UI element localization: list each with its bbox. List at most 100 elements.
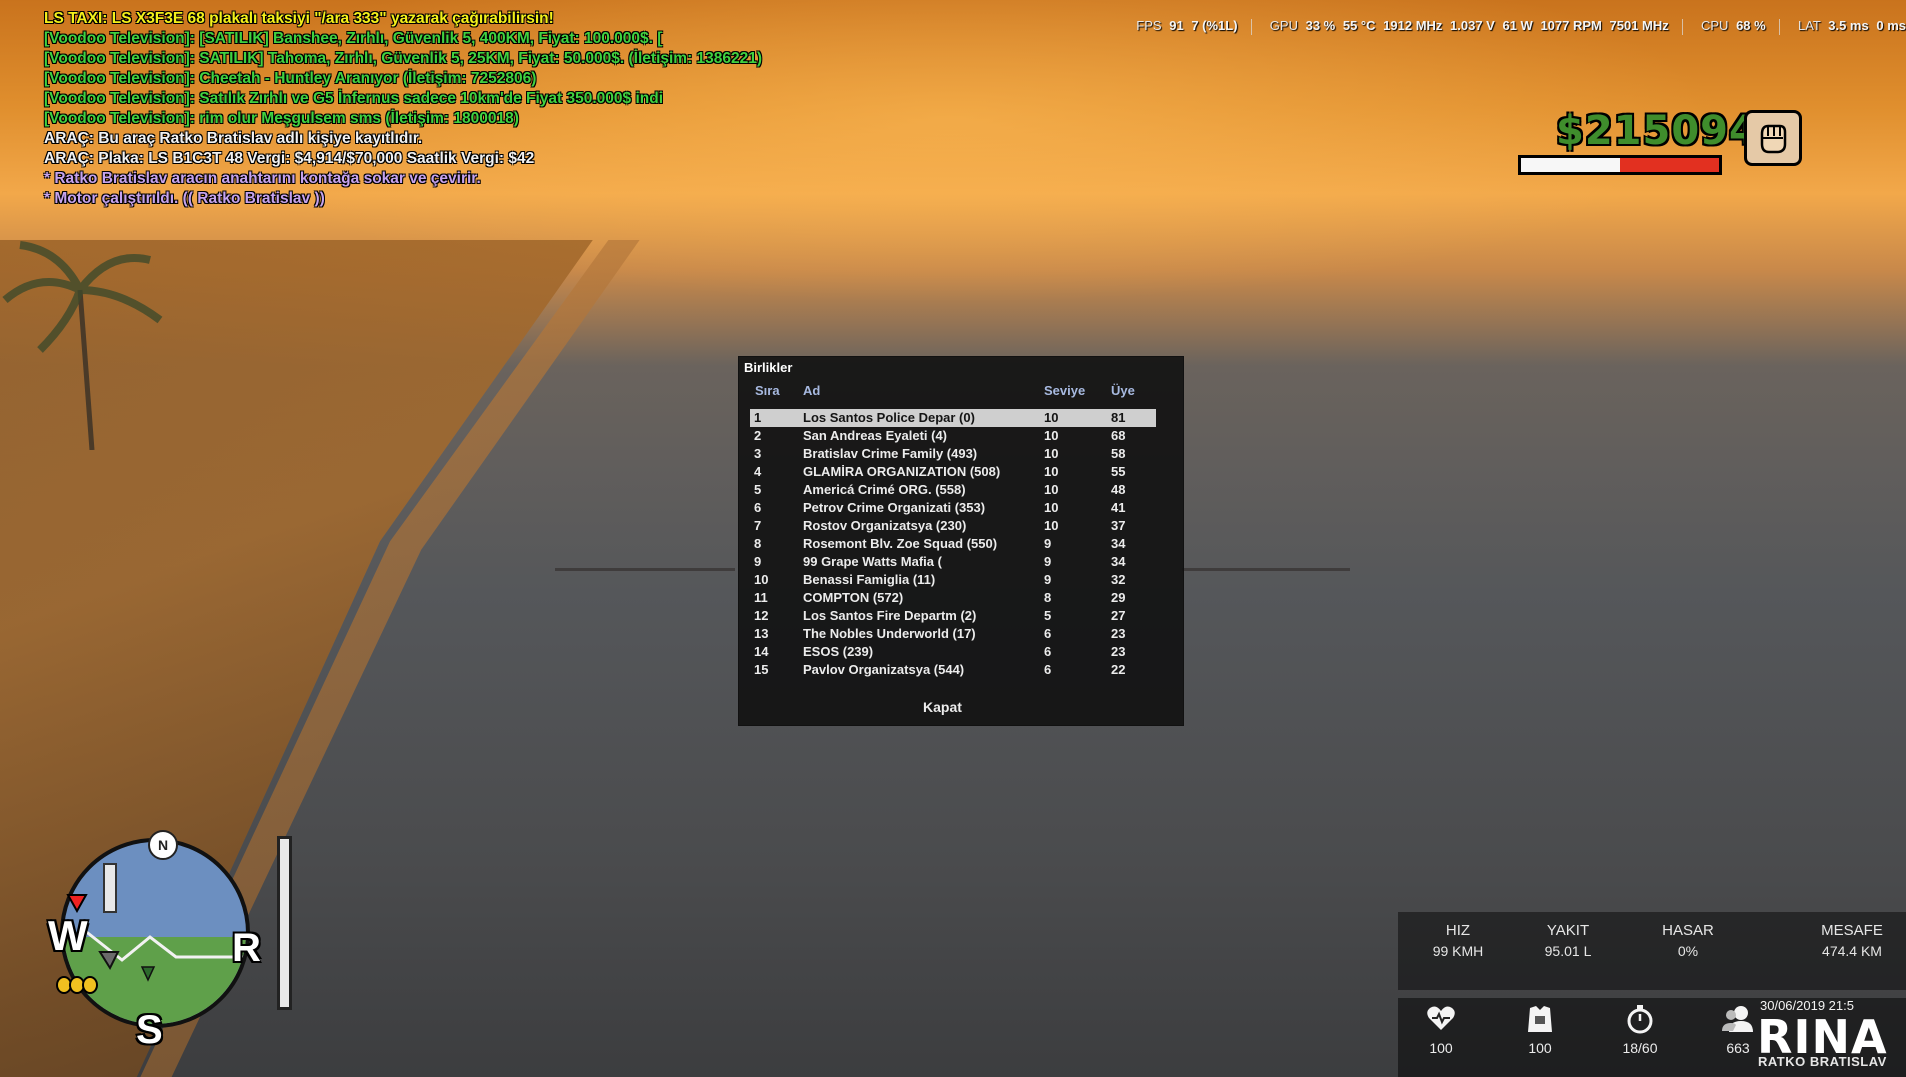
gpu-mem-clock: 7501 MHz: [1609, 18, 1669, 33]
faction-name: Americá Crimé ORG. (558): [803, 482, 966, 497]
gpu-volt: 1.037 V: [1450, 18, 1495, 33]
radar-circle: [60, 838, 250, 1028]
chat-log: LS TAXI: LS X3F3E 68 plakalı taksiyi "/a…: [44, 9, 762, 209]
faction-name: Rostov Organizatsya (230): [803, 518, 967, 533]
perf-separator: [1251, 18, 1253, 35]
faction-row[interactable]: 11 COMPTON (572) 8 29: [750, 589, 1156, 607]
gpu-usage: 33 %: [1305, 18, 1336, 33]
faction-rank: 2: [754, 428, 762, 443]
faction-rank: 8: [754, 536, 762, 551]
faction-row[interactable]: 1 Los Santos Police Depar (0) 10 81: [750, 409, 1156, 427]
speed-stat: HIZ 99 KMH: [1418, 922, 1498, 959]
faction-level: 10: [1044, 410, 1059, 425]
health-bar-fill: [1521, 158, 1620, 172]
faction-rank: 14: [754, 644, 769, 659]
faction-row[interactable]: 13 The Nobles Underworld (17) 6 23: [750, 625, 1156, 643]
faction-name: San Andreas Eyaleti (4): [803, 428, 948, 443]
faction-name: Pavlov Organizatsya (544): [803, 662, 965, 677]
fuel-value: 95.01 L: [1544, 943, 1592, 959]
chat-line: [Voodoo Television]: rim olur Meşgulsem …: [44, 110, 519, 127]
faction-name: COMPTON (572): [803, 590, 904, 605]
faction-name: ESOS (239): [803, 644, 874, 659]
speed-label: HIZ: [1445, 922, 1471, 939]
faction-row[interactable]: 15 Pavlov Organizatsya (544) 6 22: [750, 661, 1156, 679]
faction-row[interactable]: 2 San Andreas Eyaleti (4) 10 68: [750, 427, 1156, 445]
faction-row[interactable]: 5 Americá Crimé ORG. (558) 10 48: [750, 481, 1156, 499]
damage-label: HASAR: [1662, 922, 1714, 939]
perf-separator: [1779, 18, 1781, 35]
faction-name: Los Santos Police Depar (0): [803, 410, 975, 425]
factions-list: 1 Los Santos Police Depar (0) 10 81 2 San And…: [750, 409, 1156, 679]
fps-low-value: 7 (%1L): [1191, 18, 1238, 33]
faction-row[interactable]: 14 ESOS (239) 6 23: [750, 643, 1156, 661]
distance-label: MESAFE: [1821, 922, 1883, 939]
faction-rank: 15: [754, 662, 769, 677]
health-value: 100: [1429, 1040, 1453, 1056]
faction-name: Los Santos Fire Departm (2): [803, 608, 977, 623]
chat-line: * Motor çalıştırıldı. (( Ratko Bratislav…: [44, 190, 325, 207]
faction-row[interactable]: 12 Los Santos Fire Departm (2) 5 27: [750, 607, 1156, 625]
chat-line: [Voodoo Television]: Cheetah - Huntley A…: [44, 70, 537, 87]
faction-members: 22: [1111, 662, 1126, 677]
wanted-level-icons: [56, 976, 98, 999]
fuel-label: YAKIT: [1546, 922, 1590, 939]
faction-rank: 11: [754, 590, 768, 605]
faction-row[interactable]: 7 Rostov Organizatsya (230) 10 37: [750, 517, 1156, 535]
chat-line: [Voodoo Television]: Satılık Zırhlı ve G…: [44, 90, 664, 107]
faction-rank: 10: [754, 572, 769, 587]
faction-level: 6: [1044, 662, 1052, 677]
faction-name: Rosemont Blv. Zoe Squad (550): [803, 536, 998, 551]
faction-level: 10: [1044, 518, 1059, 533]
radar-roads: [83, 863, 246, 982]
faction-row[interactable]: 10 Benassi Famiglia (11) 9 32: [750, 571, 1156, 589]
chat-line: ARAÇ: Plaka: LS B1C3T 48 Vergi: $4,914/$…: [44, 150, 535, 167]
factions-dialog: Birlikler Sıra Ad Seviye Üye 1 Los Santos…: [738, 356, 1184, 726]
faction-rank: 9: [754, 554, 762, 569]
faction-name: Petrov Crime Organizati (353): [803, 500, 986, 515]
chat-line: [Voodoo Television]: [SATILIK] Banshee, …: [44, 30, 663, 47]
dialog-title: Birlikler: [744, 360, 793, 375]
faction-level: 9: [1044, 536, 1052, 551]
distance-stat: MESAFE 474.4 KM: [1804, 922, 1900, 959]
latency-value-2: 0 ms: [1876, 18, 1906, 33]
faction-rank: 12: [754, 608, 769, 623]
horizon-line: [555, 568, 735, 571]
performance-overlay: FPS 91 7 (%1L) GPU 33 % 55 °C 1912 MHz 1…: [1132, 18, 1906, 35]
faction-level: 10: [1044, 428, 1059, 443]
faction-row[interactable]: 8 Rosemont Blv. Zoe Squad (550) 9 34: [750, 535, 1156, 553]
compass-north: N: [148, 830, 178, 860]
wanted-icon: [82, 976, 98, 994]
faction-row[interactable]: 4 GLAMİRA ORGANIZATION (508) 10 55: [750, 463, 1156, 481]
latency-label: LAT: [1797, 18, 1821, 33]
faction-row[interactable]: 3 Bratislav Crime Family (493) 10 58: [750, 445, 1156, 463]
faction-members: 41: [1111, 500, 1126, 515]
faction-name: The Nobles Underworld (17): [803, 626, 976, 641]
faction-row[interactable]: 9 99 Grape Watts Mafia (9 34: [750, 553, 1156, 571]
armor-stat: 100: [1510, 1004, 1570, 1056]
close-button[interactable]: Kapat: [915, 697, 970, 717]
faction-rank: 5: [754, 482, 762, 497]
faction-level: 8: [1044, 590, 1052, 605]
compass-south: S: [136, 1008, 163, 1052]
faction-members: 23: [1111, 626, 1126, 641]
faction-members: 81: [1111, 410, 1126, 425]
faction-rank: 3: [754, 446, 762, 461]
faction-members: 58: [1111, 446, 1126, 461]
faction-members: 48: [1111, 482, 1126, 497]
faction-rank: 6: [754, 500, 762, 515]
armor-value: 100: [1528, 1040, 1552, 1056]
chat-line: * Ratko Bratislav aracın anahtarını kont…: [44, 170, 481, 187]
timer-stat: 18/60: [1610, 1004, 1670, 1056]
timer-icon: [1610, 1004, 1670, 1040]
column-header-level: Seviye: [1044, 383, 1086, 398]
gpu-label: GPU: [1269, 18, 1298, 33]
faction-level: 9: [1044, 572, 1052, 587]
faction-level: 6: [1044, 626, 1052, 641]
gpu-temp: 55 °C: [1342, 18, 1376, 33]
faction-level: 10: [1044, 446, 1059, 461]
faction-members: 29: [1111, 590, 1126, 605]
damage-stat: HASAR 0%: [1648, 922, 1728, 959]
faction-row[interactable]: 6 Petrov Crime Organizati (353) 10 41: [750, 499, 1156, 517]
gpu-clock: 1912 MHz: [1383, 18, 1443, 33]
column-header-rank: Sıra: [755, 383, 780, 398]
